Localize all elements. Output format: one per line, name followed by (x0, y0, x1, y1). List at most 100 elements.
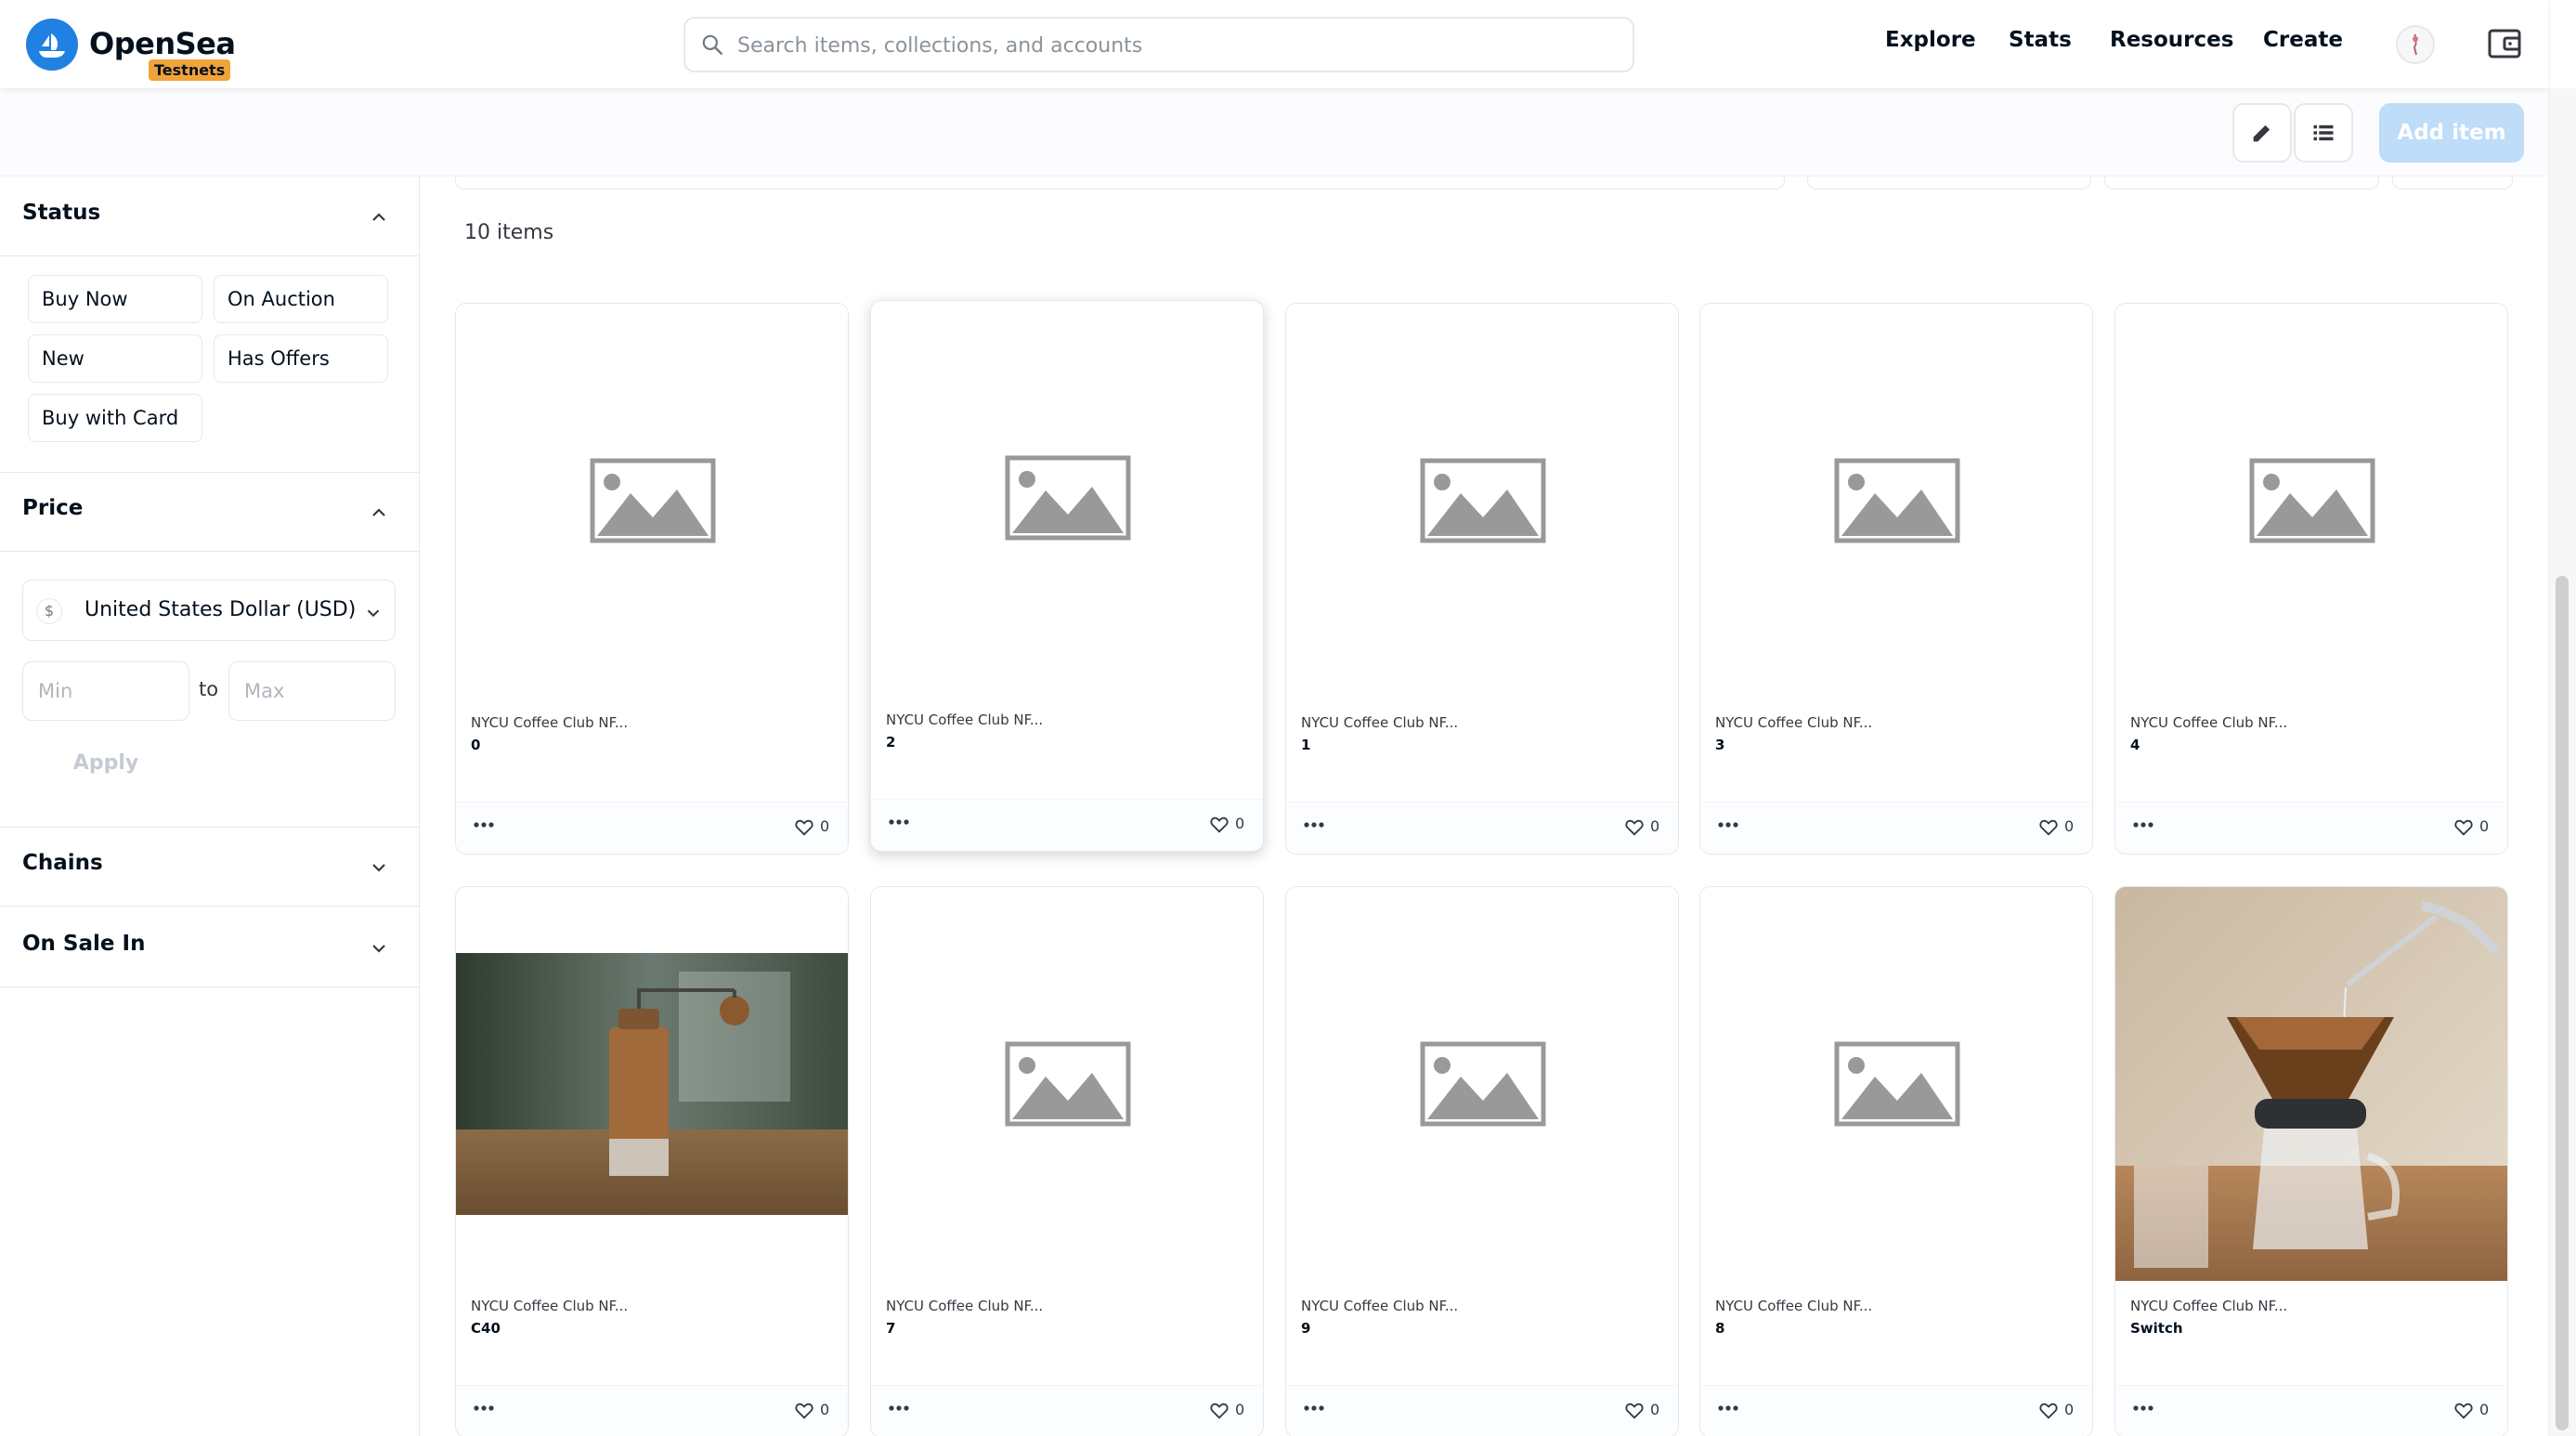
nft-card[interactable]: NYCU Coffee Club NF... 3 0 (1699, 303, 2093, 855)
nft-card[interactable]: NYCU Coffee Club NF... 9 0 (1285, 886, 1679, 1436)
card-media (1286, 304, 1678, 698)
collection-name[interactable]: NYCU Coffee Club NF... (1301, 1298, 1458, 1314)
image-placeholder-icon (1005, 1041, 1131, 1127)
edit-button[interactable] (2232, 103, 2292, 163)
more-options-icon[interactable] (886, 813, 912, 831)
card-media (1286, 887, 1678, 1281)
item-name: C40 (471, 1320, 501, 1337)
card-footer: 0 (871, 1385, 1263, 1436)
item-name: Switch (2130, 1320, 2183, 1337)
image-placeholder-icon (1005, 455, 1131, 541)
filter-has-offers[interactable]: Has Offers (214, 334, 388, 383)
collection-toolbar: Add item (0, 88, 2548, 176)
card-media (2115, 887, 2507, 1281)
price-section-header[interactable]: Price (0, 472, 420, 552)
chevron-down-icon (372, 864, 385, 872)
card-footer: 0 (456, 1385, 848, 1436)
nav-explore[interactable]: Explore (1885, 28, 1976, 52)
collection-name[interactable]: NYCU Coffee Club NF... (471, 1298, 628, 1314)
heart-icon[interactable] (1209, 815, 1229, 835)
scrollbar-thumb[interactable] (2556, 576, 2569, 1430)
more-options-icon[interactable] (2130, 1399, 2156, 1417)
chains-title: Chains (22, 851, 103, 875)
pour-over-photo (2115, 887, 2507, 1281)
item-name: 0 (471, 737, 481, 753)
nft-card[interactable]: NYCU Coffee Club NF... 0 0 (455, 303, 849, 855)
card-footer: 0 (1700, 802, 2092, 854)
heart-icon[interactable] (2453, 1401, 2474, 1421)
card-media (456, 887, 848, 1281)
collection-name[interactable]: NYCU Coffee Club NF... (886, 711, 1043, 728)
nav-create[interactable]: Create (2263, 28, 2343, 52)
filter-sidebar: Status Buy Now On Auction New Has Offers… (0, 176, 420, 1436)
more-options-icon[interactable] (471, 1399, 497, 1417)
collection-name[interactable]: NYCU Coffee Club NF... (2130, 714, 2287, 731)
card-media (871, 301, 1263, 695)
nft-card[interactable]: NYCU Coffee Club NF... 2 0 (870, 300, 1264, 852)
like-count: 0 (1650, 817, 1660, 835)
collection-name[interactable]: NYCU Coffee Club NF... (886, 1298, 1043, 1314)
status-section-header[interactable]: Status (0, 176, 420, 256)
filter-on-auction[interactable]: On Auction (214, 275, 388, 323)
nav-stats[interactable]: Stats (2009, 28, 2072, 52)
more-options-icon[interactable] (886, 1399, 912, 1417)
more-options-icon[interactable] (1301, 816, 1327, 834)
on-sale-in-title: On Sale In (22, 932, 146, 956)
heart-icon[interactable] (794, 1401, 814, 1421)
collection-name[interactable]: NYCU Coffee Club NF... (471, 714, 628, 731)
profile-avatar-icon[interactable] (2396, 25, 2435, 64)
more-options-icon[interactable] (471, 816, 497, 834)
opensea-logo-icon[interactable] (26, 19, 78, 71)
image-placeholder-icon (590, 458, 716, 543)
collection-name[interactable]: NYCU Coffee Club NF... (1301, 714, 1458, 731)
nft-card[interactable]: NYCU Coffee Club NF... C40 0 (455, 886, 849, 1436)
heart-icon[interactable] (1624, 817, 1645, 838)
heart-icon[interactable] (1624, 1401, 1645, 1421)
item-name: 4 (2130, 737, 2140, 753)
price-max-input[interactable] (228, 661, 396, 721)
nft-card[interactable]: NYCU Coffee Club NF... Switch 0 (2114, 886, 2508, 1436)
filter-new[interactable]: New (28, 334, 202, 383)
status-title: Status (22, 201, 101, 225)
filter-buy-now[interactable]: Buy Now (28, 275, 202, 323)
image-placeholder-icon (1834, 458, 1960, 543)
price-min-input[interactable] (22, 661, 189, 721)
card-media (2115, 304, 2507, 698)
wallet-icon[interactable] (2486, 25, 2523, 62)
nav-resources[interactable]: Resources (2110, 28, 2233, 52)
heart-icon[interactable] (1209, 1401, 1229, 1421)
nft-card[interactable]: NYCU Coffee Club NF... 8 0 (1699, 886, 2093, 1436)
collection-name[interactable]: NYCU Coffee Club NF... (1715, 1298, 1872, 1314)
more-options-icon[interactable] (1715, 816, 1741, 834)
nft-card[interactable]: NYCU Coffee Club NF... 7 0 (870, 886, 1264, 1436)
card-footer: 0 (1286, 802, 1678, 854)
search-input[interactable] (737, 28, 1610, 63)
apply-button[interactable]: Apply (22, 738, 189, 790)
nft-card[interactable]: NYCU Coffee Club NF... 1 0 (1285, 303, 1679, 855)
more-options-icon[interactable] (2130, 816, 2156, 834)
currency-value: United States Dollar (USD) (85, 598, 357, 621)
heart-icon[interactable] (2038, 817, 2059, 838)
like-count: 0 (820, 817, 830, 835)
card-footer: 0 (2115, 1385, 2507, 1436)
dollar-icon: $ (36, 598, 62, 624)
on-sale-in-section-header[interactable]: On Sale In (0, 907, 420, 987)
image-placeholder-icon (1420, 458, 1546, 543)
currency-select[interactable]: $ United States Dollar (USD) (22, 580, 396, 641)
collection-name[interactable]: NYCU Coffee Club NF... (1715, 714, 1872, 731)
nft-card[interactable]: NYCU Coffee Club NF... 4 0 (2114, 303, 2508, 855)
filter-buy-with-card[interactable]: Buy with Card (28, 394, 202, 442)
heart-icon[interactable] (794, 817, 814, 838)
more-options-icon[interactable] (1301, 1399, 1327, 1417)
heart-icon[interactable] (2453, 817, 2474, 838)
heart-icon[interactable] (2038, 1401, 2059, 1421)
item-count: 10 items (464, 221, 554, 244)
search-bar[interactable] (683, 17, 1634, 72)
search-icon (702, 34, 722, 55)
chains-section-header[interactable]: Chains (0, 827, 420, 907)
more-options-icon[interactable] (1715, 1399, 1741, 1417)
add-item-button[interactable]: Add item (2379, 103, 2524, 163)
list-view-button[interactable] (2294, 103, 2353, 163)
collection-name[interactable]: NYCU Coffee Club NF... (2130, 1298, 2287, 1314)
brand-name[interactable]: OpenSea (89, 26, 236, 61)
